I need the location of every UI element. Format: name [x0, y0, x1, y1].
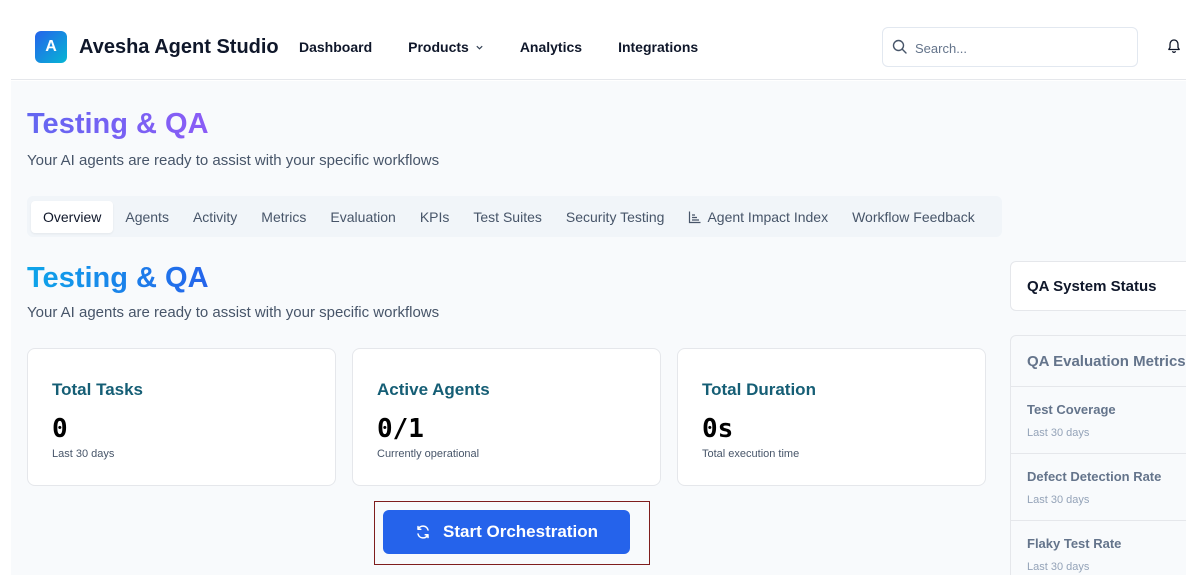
nav-integrations[interactable]: Integrations: [618, 39, 698, 55]
status-title: QA System Status: [1027, 278, 1157, 295]
main-nav: Dashboard Products Analytics Integration…: [299, 39, 734, 55]
page-title: Testing & QA: [27, 108, 209, 140]
tab-bar: Overview Agents Activity Metrics Evaluat…: [27, 196, 1002, 237]
section-title: Testing & QA: [27, 262, 209, 294]
search-icon: [892, 39, 907, 54]
metric-name: Defect Detection Rate: [1027, 469, 1162, 484]
top-header: A Avesha Agent Studio Dashboard Products…: [11, 0, 1186, 80]
card-total-tasks: Total Tasks 0 Last 30 days: [27, 348, 336, 486]
card-value: 0: [52, 414, 68, 444]
nav-dashboard[interactable]: Dashboard: [299, 39, 372, 55]
tab-activity[interactable]: Activity: [181, 201, 249, 233]
nav-integrations-label: Integrations: [618, 39, 699, 55]
tab-workflow-feedback[interactable]: Workflow Feedback: [840, 201, 987, 233]
card-title: Total Tasks: [52, 380, 144, 399]
nav-products-label: Products: [408, 39, 469, 55]
qa-evaluation-metrics-panel: QA Evaluation Metrics Test Coverage Last…: [1010, 335, 1186, 575]
metric-name: Flaky Test Rate: [1027, 536, 1122, 551]
metric-flaky-test-rate[interactable]: Flaky Test Rate Last 30 days: [1011, 520, 1186, 575]
nav-products[interactable]: Products: [408, 39, 484, 55]
refresh-icon: [417, 525, 429, 539]
card-total-duration: Total Duration 0s Total execution time: [677, 348, 986, 486]
bar-chart-icon: [689, 211, 701, 223]
card-caption: Total execution time: [702, 448, 800, 460]
tab-agents[interactable]: Agents: [113, 201, 181, 233]
metric-defect-detection-rate[interactable]: Defect Detection Rate Last 30 days: [1011, 453, 1186, 520]
card-value: 0s: [702, 414, 734, 444]
metrics-title: QA Evaluation Metrics: [1027, 353, 1186, 370]
nav-analytics[interactable]: Analytics: [520, 39, 582, 55]
card-title: Total Duration: [702, 380, 816, 399]
logo[interactable]: A: [35, 31, 67, 63]
search-input[interactable]: [915, 37, 1125, 59]
start-orchestration-label: Start Orchestration: [443, 522, 598, 541]
tab-agent-impact-index[interactable]: Agent Impact Index: [676, 201, 840, 233]
page-subtitle: Your AI agents are ready to assist with …: [27, 152, 440, 169]
nav-dashboard-label: Dashboard: [299, 39, 373, 55]
tab-kpis[interactable]: KPIs: [408, 201, 462, 233]
qa-system-status-card[interactable]: QA System Status: [1010, 261, 1186, 311]
card-title: Active Agents: [377, 380, 490, 399]
metric-period: Last 30 days: [1027, 427, 1090, 439]
search-box: [882, 27, 1138, 67]
card-caption: Currently operational: [377, 448, 480, 460]
tab-security-testing[interactable]: Security Testing: [554, 201, 677, 233]
main-content: Testing & QA Your AI agents are ready to…: [11, 81, 1186, 575]
chevron-down-icon: [476, 45, 483, 50]
brand-name[interactable]: Avesha Agent Studio: [79, 36, 279, 59]
metric-name: Test Coverage: [1027, 402, 1116, 417]
metric-test-coverage[interactable]: Test Coverage Last 30 days: [1011, 386, 1186, 453]
metric-period: Last 30 days: [1027, 494, 1090, 506]
card-caption: Last 30 days: [52, 448, 115, 460]
tab-evaluation[interactable]: Evaluation: [318, 201, 407, 233]
nav-analytics-label: Analytics: [519, 39, 583, 55]
bell-icon[interactable]: [1166, 38, 1182, 54]
section-subtitle: Your AI agents are ready to assist with …: [27, 304, 440, 321]
metric-period: Last 30 days: [1027, 561, 1090, 573]
card-active-agents: Active Agents 0/1 Currently operational: [352, 348, 661, 486]
tab-agent-impact-index-label: Agent Impact Index: [707, 208, 829, 225]
tab-test-suites[interactable]: Test Suites: [461, 201, 553, 233]
tab-overview[interactable]: Overview: [31, 200, 114, 233]
tab-metrics[interactable]: Metrics: [249, 201, 318, 233]
start-orchestration-button[interactable]: Start Orchestration: [383, 510, 630, 554]
card-value: 0/1: [377, 414, 424, 444]
